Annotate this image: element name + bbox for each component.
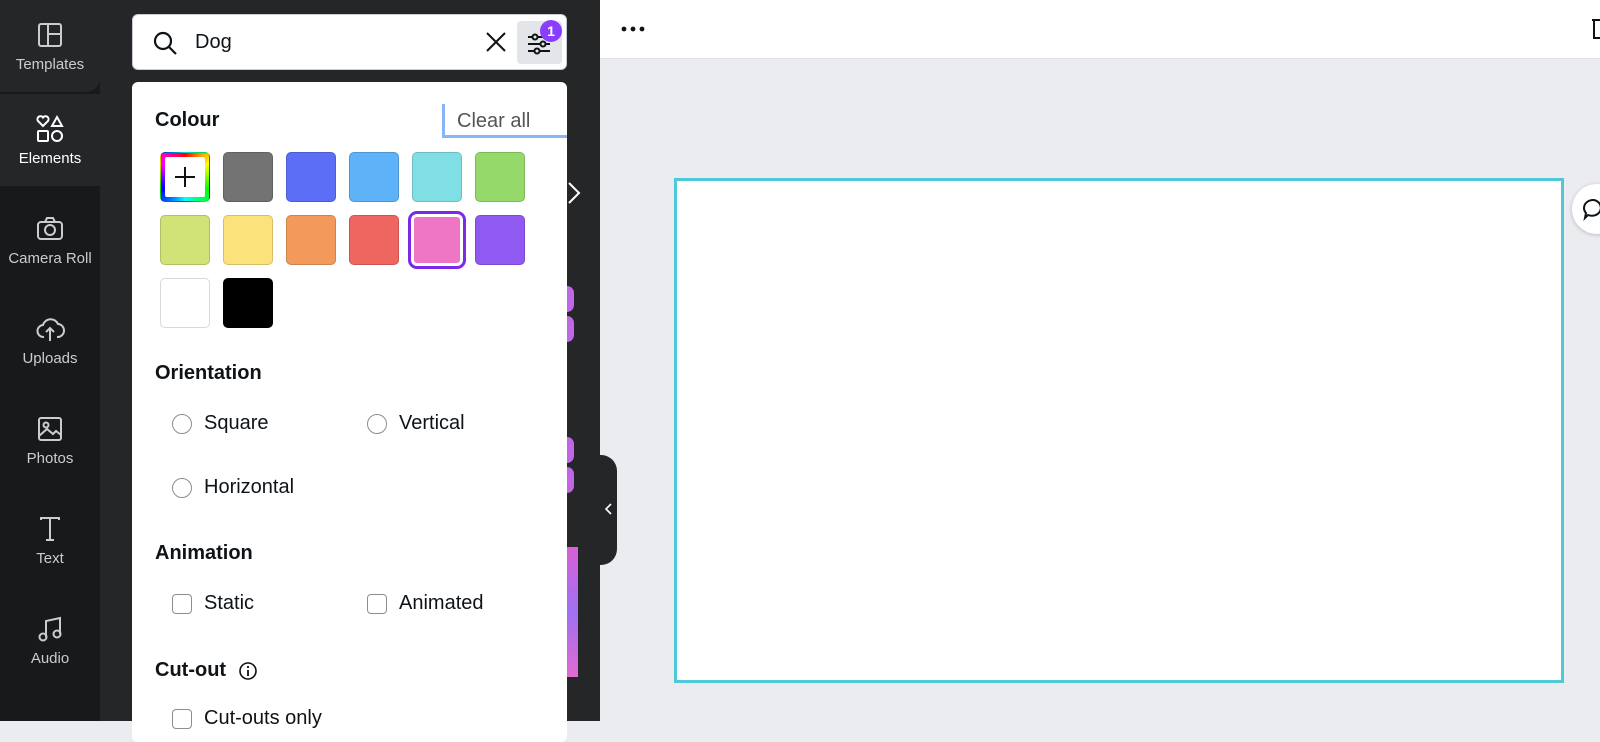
radio-button[interactable]: [172, 413, 192, 434]
rail-item-camera-roll[interactable]: Camera Roll: [0, 194, 100, 286]
cloud-upload-icon: [36, 317, 65, 341]
templates-icon: [38, 22, 62, 47]
option-label: Horizontal: [204, 476, 295, 498]
chevron-left-icon: [604, 503, 612, 515]
rail-item-uploads[interactable]: Uploads: [0, 294, 100, 386]
chevron-right-icon[interactable]: [566, 180, 582, 206]
custom-colour-swatch[interactable]: [160, 152, 210, 202]
result-thumbnail[interactable]: [567, 316, 574, 342]
animation-animated-option[interactable]: Animated: [367, 592, 484, 615]
colour-swatch[interactable]: [475, 215, 525, 265]
option-label: Vertical: [399, 412, 465, 434]
orientation-square-option[interactable]: Square: [172, 412, 269, 435]
rail-label: Audio: [30, 649, 70, 667]
rail-item-templates[interactable]: Templates: [0, 0, 100, 92]
checkbox[interactable]: [172, 708, 192, 729]
plus-icon: [165, 157, 205, 197]
rail-label: Uploads: [22, 349, 78, 367]
colour-swatch[interactable]: [408, 211, 466, 269]
checkbox[interactable]: [367, 593, 387, 614]
cutout-heading: Cut-out: [155, 659, 258, 682]
image-icon: [38, 416, 62, 441]
result-thumbnail[interactable]: [567, 547, 578, 677]
rail-item-audio[interactable]: Audio: [0, 594, 100, 686]
filter-panel: Colour Clear all Orientation Square Vert…: [132, 82, 567, 742]
colour-swatch[interactable]: [223, 215, 273, 265]
search-bar: 1: [132, 14, 595, 70]
editor-toolbar: [600, 0, 1600, 59]
elements-icon: [36, 114, 64, 142]
orientation-title: Orientation: [155, 362, 262, 384]
rail-item-photos[interactable]: Photos: [0, 394, 100, 486]
rail-label: Templates: [15, 55, 85, 73]
cutout-only-option[interactable]: Cut-outs only: [172, 707, 322, 730]
collapse-panel-tab[interactable]: [600, 455, 617, 565]
music-note-icon: [38, 616, 62, 641]
radio-button[interactable]: [367, 413, 387, 434]
rail-item-elements[interactable]: Elements: [0, 94, 100, 186]
result-thumbnail[interactable]: [567, 467, 574, 493]
option-label: Static: [204, 592, 255, 614]
colour-swatch[interactable]: [286, 215, 336, 265]
camera-icon: [37, 216, 63, 240]
colour-swatch[interactable]: [349, 152, 399, 202]
filter-count-badge: 1: [540, 20, 562, 42]
add-comment-button[interactable]: [1572, 184, 1600, 234]
info-icon[interactable]: [238, 661, 258, 681]
option-label: Cut-outs only: [204, 707, 322, 729]
cutout-title: Cut-out: [155, 659, 227, 681]
colour-swatch[interactable]: [160, 278, 210, 328]
colour-swatch[interactable]: [223, 278, 273, 328]
colour-swatch[interactable]: [223, 152, 273, 202]
rail-label: Photos: [26, 449, 74, 467]
colour-swatch[interactable]: [475, 152, 525, 202]
result-thumbnail[interactable]: [567, 437, 574, 463]
colour-swatch[interactable]: [286, 152, 336, 202]
radio-button[interactable]: [172, 477, 192, 498]
animation-static-option[interactable]: Static: [172, 592, 254, 615]
colour-swatch[interactable]: [349, 215, 399, 265]
animation-title: Animation: [155, 542, 253, 564]
colour-swatch[interactable]: [412, 152, 462, 202]
left-rail: Templates Elements Camera Roll Uploads P…: [0, 0, 100, 721]
more-options-icon[interactable]: [617, 14, 649, 44]
option-label: Square: [204, 412, 269, 434]
clear-all-button[interactable]: Clear all: [442, 104, 567, 138]
orientation-vertical-option[interactable]: Vertical: [367, 412, 465, 435]
comment-icon: [1583, 198, 1600, 221]
trash-icon[interactable]: [1588, 14, 1600, 42]
checkbox[interactable]: [172, 593, 192, 614]
close-icon[interactable]: [483, 29, 509, 55]
colour-swatch[interactable]: [160, 215, 210, 265]
option-label: Animated: [399, 592, 484, 614]
orientation-horizontal-option[interactable]: Horizontal: [172, 476, 294, 499]
design-canvas[interactable]: [674, 178, 1564, 683]
result-thumbnail[interactable]: [567, 286, 574, 312]
rail-label: Text: [36, 549, 64, 567]
rail-label: Camera Roll: [8, 249, 92, 267]
colour-title: Colour: [155, 109, 220, 131]
rail-item-text[interactable]: Text: [0, 494, 100, 586]
search-icon: [153, 31, 177, 55]
rail-label: Elements: [18, 149, 82, 167]
filter-button[interactable]: 1: [517, 20, 562, 64]
text-icon: [40, 516, 60, 541]
